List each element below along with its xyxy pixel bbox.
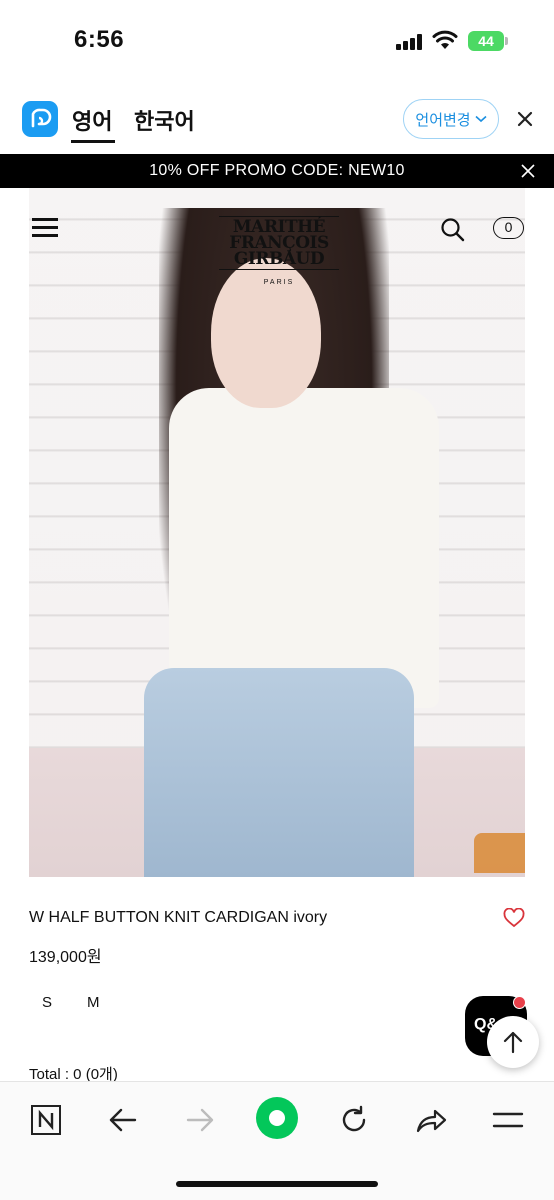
status-bar: 6:56 44 bbox=[0, 0, 554, 84]
tab-korean[interactable]: 한국어 bbox=[134, 104, 195, 136]
product-hero-image[interactable]: MARITHÉ FRANÇOIS GIRBAUD PARIS 0 bbox=[29, 188, 525, 877]
back-arrow-icon[interactable] bbox=[103, 1100, 143, 1140]
scroll-to-top-button[interactable] bbox=[487, 1016, 539, 1068]
active-tab-indicator bbox=[71, 140, 115, 143]
car-light bbox=[474, 833, 525, 873]
battery-level: 44 bbox=[468, 31, 504, 51]
tab-english[interactable]: 영어 bbox=[72, 104, 112, 136]
papago-logo-icon bbox=[22, 101, 58, 137]
close-promo-icon[interactable] bbox=[520, 163, 536, 179]
forward-arrow-icon[interactable] bbox=[180, 1100, 220, 1140]
product-name: W HALF BUTTON KNIT CARDIGAN ivory bbox=[29, 909, 328, 926]
status-time: 6:56 bbox=[74, 26, 125, 53]
naver-n-icon[interactable] bbox=[26, 1100, 66, 1140]
green-home-icon[interactable] bbox=[256, 1097, 298, 1139]
size-option-s[interactable]: S bbox=[42, 994, 52, 1011]
brand-sub: PARIS bbox=[263, 279, 295, 286]
reload-icon[interactable] bbox=[334, 1100, 374, 1140]
model-cardigan bbox=[169, 388, 439, 708]
arrow-up-icon bbox=[503, 1031, 523, 1054]
home-indicator bbox=[176, 1181, 378, 1187]
chevron-down-icon bbox=[475, 115, 487, 123]
size-option-m[interactable]: M bbox=[87, 994, 100, 1011]
menu-icon[interactable] bbox=[488, 1100, 528, 1140]
product-price: 139,000원 bbox=[29, 949, 102, 966]
change-language-label: 언어변경 bbox=[415, 111, 471, 129]
model-jeans bbox=[144, 668, 414, 877]
cellular-signal-icon bbox=[396, 34, 424, 50]
browser-toolbar bbox=[0, 1081, 554, 1200]
hamburger-menu-icon[interactable] bbox=[32, 218, 60, 238]
heart-icon[interactable] bbox=[503, 907, 525, 928]
promo-banner: 10% OFF PROMO CODE: NEW10 bbox=[0, 154, 554, 188]
wifi-icon bbox=[432, 30, 458, 50]
translate-bar: 영어 한국어 언어변경 bbox=[0, 88, 554, 152]
search-icon[interactable] bbox=[440, 217, 466, 243]
battery-icon: 44 bbox=[468, 31, 508, 51]
share-icon[interactable] bbox=[411, 1100, 451, 1140]
close-translate-icon[interactable] bbox=[512, 106, 538, 132]
notification-dot bbox=[513, 996, 526, 1009]
promo-text: 10% OFF PROMO CODE: NEW10 bbox=[149, 162, 405, 179]
brand-logo[interactable]: MARITHÉ FRANÇOIS GIRBAUD bbox=[219, 216, 339, 270]
brand-line-3: GIRBAUD bbox=[233, 249, 325, 269]
cart-count-badge[interactable]: 0 bbox=[493, 217, 524, 239]
change-language-button[interactable]: 언어변경 bbox=[403, 99, 499, 139]
